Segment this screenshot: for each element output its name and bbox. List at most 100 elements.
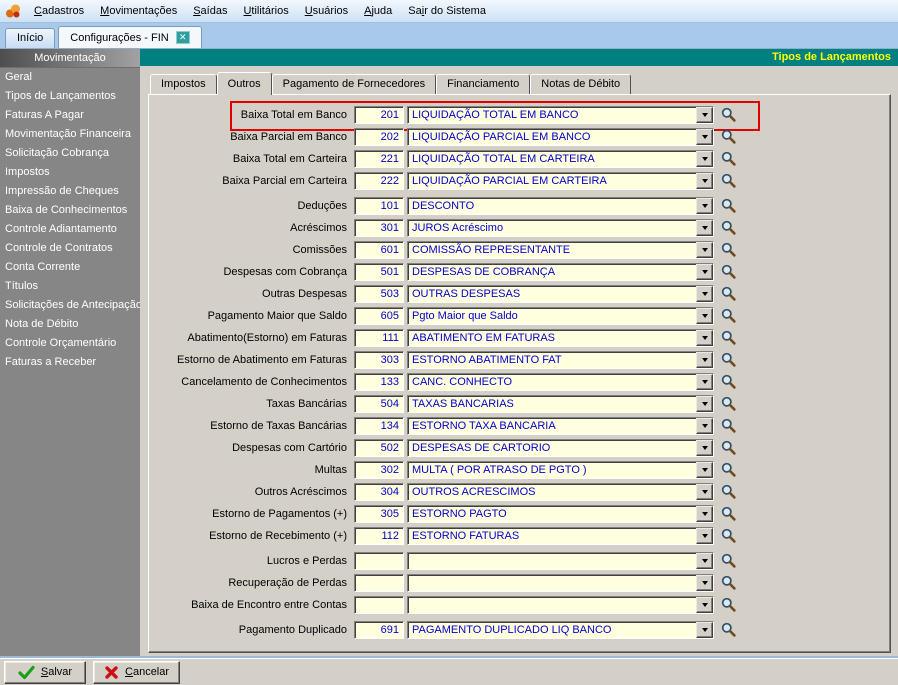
search-icon[interactable] — [719, 150, 737, 168]
type-combobox[interactable]: TAXAS BANCARIAS — [407, 395, 714, 413]
menu-utilitarios[interactable]: Utilitários — [235, 1, 296, 21]
combobox-dropdown-button[interactable] — [696, 151, 713, 167]
search-icon[interactable] — [719, 395, 737, 413]
tab-outros[interactable]: Outros — [217, 72, 272, 95]
type-combobox[interactable]: LIQUIDAÇÃO TOTAL EM CARTEIRA — [407, 150, 714, 168]
type-combobox[interactable]: JUROS Acréscimo — [407, 219, 714, 237]
code-input[interactable] — [354, 439, 404, 457]
sidebar-item-solicitacoes-de-antecipacao[interactable]: Solicitações de Antecipação — [0, 296, 140, 315]
save-button[interactable]: Salvar — [4, 661, 86, 684]
type-combobox[interactable]: ESTORNO PAGTO — [407, 505, 714, 523]
search-icon[interactable] — [719, 329, 737, 347]
menu-cadastros[interactable]: Cadastros — [26, 1, 92, 21]
type-combobox[interactable]: Pgto Maior que Saldo — [407, 307, 714, 325]
combobox-dropdown-button[interactable] — [696, 330, 713, 346]
combobox-dropdown-button[interactable] — [696, 286, 713, 302]
combobox-dropdown-button[interactable] — [696, 553, 713, 569]
combobox-dropdown-button[interactable] — [696, 173, 713, 189]
combobox-dropdown-button[interactable] — [696, 107, 713, 123]
code-input[interactable] — [354, 621, 404, 639]
combobox-dropdown-button[interactable] — [696, 597, 713, 613]
tab-financiamento[interactable]: Financiamento — [436, 74, 530, 94]
type-combobox[interactable]: PAGAMENTO DUPLICADO LIQ BANCO — [407, 621, 714, 639]
tab-pagamento-de-fornecedores[interactable]: Pagamento de Fornecedores — [272, 74, 436, 94]
code-input[interactable] — [354, 172, 404, 190]
type-combobox[interactable]: CANC. CONHECTO — [407, 373, 714, 391]
search-icon[interactable] — [719, 197, 737, 215]
search-icon[interactable] — [719, 128, 737, 146]
search-icon[interactable] — [719, 461, 737, 479]
code-input[interactable] — [354, 527, 404, 545]
type-combobox[interactable] — [407, 574, 714, 592]
type-combobox[interactable]: DESPESAS DE CARTORIO — [407, 439, 714, 457]
combobox-dropdown-button[interactable] — [696, 575, 713, 591]
combobox-dropdown-button[interactable] — [696, 440, 713, 456]
sidebar-item-faturas-a-pagar[interactable]: Faturas A Pagar — [0, 106, 140, 125]
type-combobox[interactable]: OUTRAS DESPESAS — [407, 285, 714, 303]
search-icon[interactable] — [719, 439, 737, 457]
code-input[interactable] — [354, 128, 404, 146]
code-input[interactable] — [354, 351, 404, 369]
search-icon[interactable] — [719, 596, 737, 614]
type-combobox[interactable]: LIQUIDAÇÃO PARCIAL EM BANCO — [407, 128, 714, 146]
combobox-dropdown-button[interactable] — [696, 418, 713, 434]
sidebar-item-nota-de-debito[interactable]: Nota de Débito — [0, 315, 140, 334]
combobox-dropdown-button[interactable] — [696, 462, 713, 478]
combobox-dropdown-button[interactable] — [696, 396, 713, 412]
menu-usuarios[interactable]: Usuários — [297, 1, 356, 21]
combobox-dropdown-button[interactable] — [696, 352, 713, 368]
code-input[interactable] — [354, 197, 404, 215]
type-combobox[interactable]: ESTORNO TAXA BANCARIA — [407, 417, 714, 435]
type-combobox[interactable]: MULTA ( POR ATRASO DE PGTO ) — [407, 461, 714, 479]
tab-impostos[interactable]: Impostos — [150, 74, 217, 94]
close-icon[interactable]: ✕ — [176, 31, 190, 44]
code-input[interactable] — [354, 263, 404, 281]
sidebar-item-tipos-de-lancamentos[interactable]: Tipos de Lançamentos — [0, 87, 140, 106]
code-input[interactable] — [354, 483, 404, 501]
sidebar-item-controle-de-contratos[interactable]: Controle de Contratos — [0, 239, 140, 258]
search-icon[interactable] — [719, 505, 737, 523]
sidebar-item-impostos[interactable]: Impostos — [0, 163, 140, 182]
sidebar-item-solicitacao-cobranca[interactable]: Solicitação Cobrança — [0, 144, 140, 163]
code-input[interactable] — [354, 417, 404, 435]
sidebar-item-controle-orcamentario[interactable]: Controle Orçamentário — [0, 334, 140, 353]
type-combobox[interactable] — [407, 552, 714, 570]
type-combobox[interactable]: ABATIMENTO EM FATURAS — [407, 329, 714, 347]
type-combobox[interactable]: COMISSÃO REPRESENTANTE — [407, 241, 714, 259]
sidebar-item-conta-corrente[interactable]: Conta Corrente — [0, 258, 140, 277]
code-input[interactable] — [354, 461, 404, 479]
search-icon[interactable] — [719, 574, 737, 592]
search-icon[interactable] — [719, 621, 737, 639]
sidebar-item-faturas-a-receber[interactable]: Faturas a Receber — [0, 353, 140, 372]
search-icon[interactable] — [719, 263, 737, 281]
code-input[interactable] — [354, 596, 404, 614]
code-input[interactable] — [354, 219, 404, 237]
search-icon[interactable] — [719, 417, 737, 435]
search-icon[interactable] — [719, 527, 737, 545]
sidebar-item-movimentacao-financeira[interactable]: Movimentação Financeira — [0, 125, 140, 144]
code-input[interactable] — [354, 307, 404, 325]
search-icon[interactable] — [719, 106, 737, 124]
search-icon[interactable] — [719, 552, 737, 570]
type-combobox[interactable]: DESPESAS DE COBRANÇA — [407, 263, 714, 281]
type-combobox[interactable]: LIQUIDAÇÃO TOTAL EM BANCO — [407, 106, 714, 124]
combobox-dropdown-button[interactable] — [696, 198, 713, 214]
menu-movimentacoes[interactable]: Movimentações — [92, 1, 185, 21]
tab-notas-de-debito[interactable]: Notas de Débito — [530, 74, 631, 94]
search-icon[interactable] — [719, 172, 737, 190]
sidebar-item-baixa-de-conhecimentos[interactable]: Baixa de Conhecimentos — [0, 201, 140, 220]
code-input[interactable] — [354, 329, 404, 347]
type-combobox[interactable]: ESTORNO FATURAS — [407, 527, 714, 545]
combobox-dropdown-button[interactable] — [696, 242, 713, 258]
code-input[interactable] — [354, 285, 404, 303]
combobox-dropdown-button[interactable] — [696, 374, 713, 390]
search-icon[interactable] — [719, 373, 737, 391]
combobox-dropdown-button[interactable] — [696, 129, 713, 145]
combobox-dropdown-button[interactable] — [696, 220, 713, 236]
sidebar-item-geral[interactable]: Geral — [0, 68, 140, 87]
search-icon[interactable] — [719, 219, 737, 237]
code-input[interactable] — [354, 241, 404, 259]
menu-ajuda[interactable]: Ajuda — [356, 1, 400, 21]
code-input[interactable] — [354, 505, 404, 523]
code-input[interactable] — [354, 552, 404, 570]
